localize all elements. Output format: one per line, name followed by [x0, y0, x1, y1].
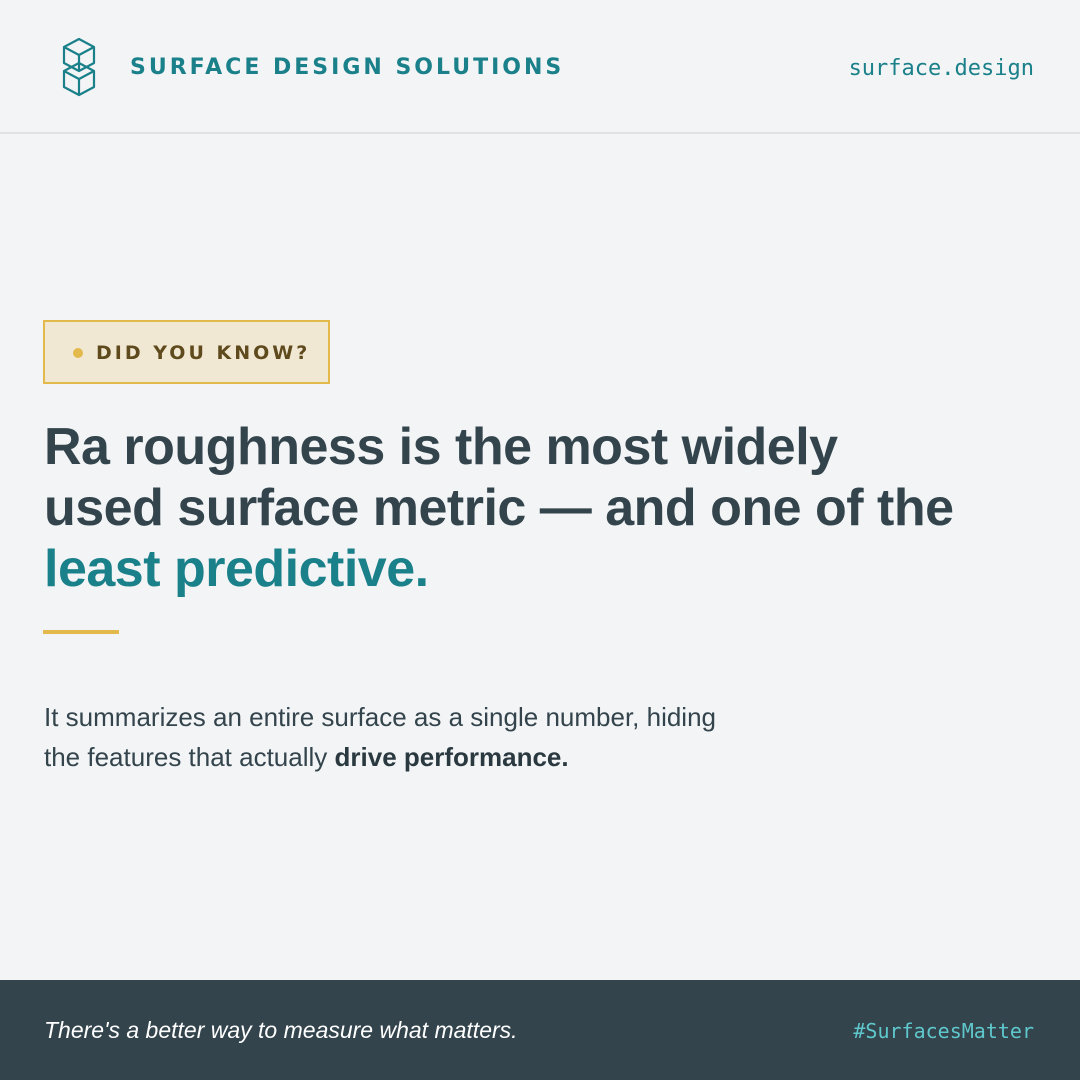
header: SURFACE DESIGN SOLUTIONS surface.design [0, 0, 1080, 134]
body-line-1: It summarizes an entire surface as a sin… [44, 702, 717, 732]
hashtag[interactable]: #SurfacesMatter [853, 1017, 1034, 1045]
body-line-2-text: the features that actually [44, 742, 335, 772]
website-link[interactable]: surface.design [849, 55, 1034, 83]
badge-label: DID YOU KNOW? [96, 342, 311, 364]
headline-line-1: Ra roughness is the most widely [44, 418, 838, 476]
body-line-2: the features that actually drive perform… [44, 737, 804, 777]
headline-accent: least predictive. [44, 540, 429, 598]
hexagon-cube-logo-icon [62, 37, 96, 97]
footer: There's a better way to measure what mat… [0, 980, 1080, 1080]
headline-line-2: used surface metric — and one of the [44, 479, 954, 537]
bullet-dot-icon [73, 348, 83, 358]
headline: Ra roughness is the most widely used sur… [44, 417, 1044, 600]
brand-name: SURFACE DESIGN SOLUTIONS [130, 55, 565, 80]
body-emphasis: drive performance. [334, 742, 569, 772]
body-paragraph: It summarizes an entire surface as a sin… [44, 697, 804, 777]
footer-tagline: There's a better way to measure what mat… [44, 1017, 518, 1043]
accent-divider [43, 630, 119, 634]
did-you-know-badge: DID YOU KNOW? [43, 320, 330, 384]
